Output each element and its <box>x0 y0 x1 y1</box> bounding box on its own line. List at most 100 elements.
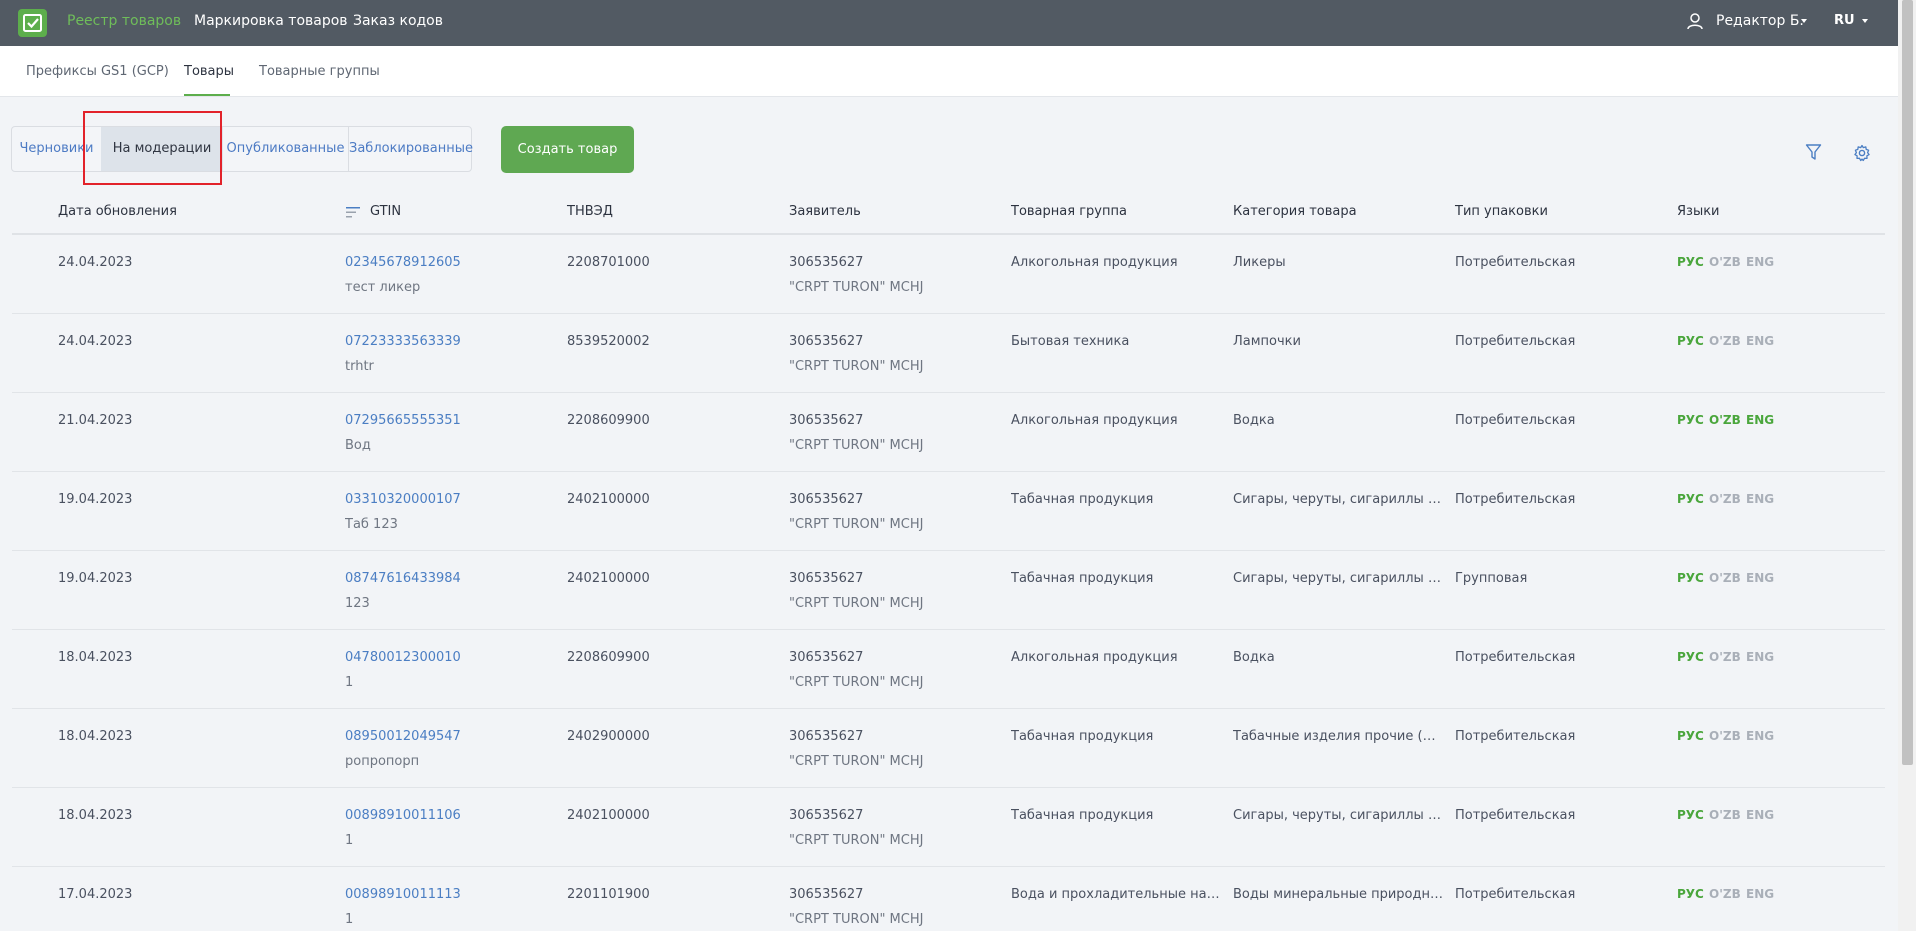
cell-product-name: 1 <box>345 675 354 690</box>
nav-code-order[interactable]: Заказ кодов <box>353 12 443 30</box>
column-gtin[interactable]: GTIN <box>370 204 401 220</box>
cell-gtin-link[interactable]: 04780012300010 <box>345 650 461 666</box>
table-row[interactable]: 17.04.2023 00898910011113 1 2201101900 30653… <box>12 867 1885 931</box>
status-filter: Черновики На модерации Опубликованные За… <box>11 126 473 172</box>
cell-applicant-inn: 306535627 <box>789 571 864 586</box>
column-languages: Языки <box>1677 204 1720 219</box>
cell-gtin-link[interactable]: 07295665555351 <box>345 413 461 429</box>
language-badge: O'ZB <box>1709 808 1741 822</box>
cell-gtin-link[interactable]: 00898910011106 <box>345 808 461 824</box>
cell-date: 24.04.2023 <box>58 334 133 349</box>
language-badge: ENG <box>1746 413 1775 427</box>
cell-date: 19.04.2023 <box>58 571 133 586</box>
cell-tnved: 2402900000 <box>567 729 650 744</box>
language-badge: РУС <box>1677 808 1704 822</box>
highlight-annotation <box>83 111 222 185</box>
cell-tnved: 2201101900 <box>567 887 650 902</box>
language-badge: РУС <box>1677 887 1704 901</box>
cell-applicant-name: "CRPT TURON" MCHJ <box>789 596 924 611</box>
filter-blocked[interactable]: Заблокированные <box>349 127 473 171</box>
cell-product-group: Алкогольная продукция <box>1011 255 1178 270</box>
table-row[interactable]: 24.04.2023 02345678912605 тест ликер 220870… <box>12 235 1885 314</box>
cell-date: 17.04.2023 <box>58 887 133 902</box>
column-product-group[interactable]: Товарная группа <box>1011 204 1127 220</box>
tab-products[interactable]: Товары <box>184 64 234 80</box>
sort-icon[interactable] <box>346 206 362 219</box>
table-row[interactable]: 24.04.2023 07223333563339 trhtr 8539520002 3… <box>12 314 1885 393</box>
section-tabs: Префиксы GS1 (GCP) Товары Товарные групп… <box>0 46 1898 97</box>
language-selector[interactable]: RU <box>1834 12 1868 30</box>
cell-applicant-inn: 306535627 <box>789 413 864 428</box>
cell-product-name: trhtr <box>345 359 374 374</box>
cell-gtin-link[interactable]: 03310320000107 <box>345 492 461 508</box>
column-tnved[interactable]: ТНВЭД <box>567 204 613 220</box>
language-badge: РУС <box>1677 571 1704 585</box>
cell-product-group: Табачная продукция <box>1011 571 1154 586</box>
cell-gtin-link[interactable]: 02345678912605 <box>345 255 461 271</box>
table-row[interactable]: 18.04.2023 08950012049547 ропропорп 2402900… <box>12 709 1885 788</box>
cell-product-group: Алкогольная продукция <box>1011 650 1178 665</box>
cell-package-type: Потребительская <box>1455 334 1576 349</box>
language-badge: O'ZB <box>1709 255 1741 269</box>
cell-date: 24.04.2023 <box>58 255 133 270</box>
language-badge: ENG <box>1746 808 1775 822</box>
column-applicant[interactable]: Заявитель <box>789 204 861 220</box>
filter-published[interactable]: Опубликованные <box>223 127 348 171</box>
nav-product-registry[interactable]: Реестр товаров <box>67 12 181 30</box>
scrollbar-thumb[interactable] <box>1902 0 1913 765</box>
cell-category: Водка <box>1233 413 1275 428</box>
column-category[interactable]: Категория товара <box>1233 204 1357 220</box>
cell-category: Лампочки <box>1233 334 1301 349</box>
filter-icon[interactable] <box>1805 143 1822 165</box>
cell-product-name: 123 <box>345 596 370 611</box>
cell-applicant-name: "CRPT TURON" MCHJ <box>789 833 924 848</box>
language-badge: РУС <box>1677 650 1704 664</box>
cell-applicant-inn: 306535627 <box>789 334 864 349</box>
cell-applicant-name: "CRPT TURON" MCHJ <box>789 675 924 690</box>
cell-category: Сигары, черуты, сигариллы (со... <box>1233 571 1443 586</box>
cell-applicant-inn: 306535627 <box>789 650 864 665</box>
cell-product-group: Бытовая техника <box>1011 334 1130 349</box>
chevron-down-icon <box>1862 19 1868 23</box>
cell-gtin-link[interactable]: 00898910011113 <box>345 887 461 903</box>
table-row[interactable]: 19.04.2023 03310320000107 Таб 123 240210000… <box>12 472 1885 551</box>
cell-category: Воды минеральные природные... <box>1233 887 1443 902</box>
cell-category: Сигары, черуты, сигариллы (со... <box>1233 808 1443 823</box>
cell-tnved: 8539520002 <box>567 334 650 349</box>
cell-applicant-name: "CRPT TURON" MCHJ <box>789 359 924 374</box>
language-badge: ENG <box>1746 492 1775 506</box>
cell-applicant-inn: 306535627 <box>789 255 864 270</box>
user-name: Редактор Б. <box>1716 13 1804 29</box>
table-row[interactable]: 19.04.2023 08747616433984 123 2402100000 306… <box>12 551 1885 630</box>
cell-product-name: тест ликер <box>345 280 421 295</box>
cell-gtin-link[interactable]: 08950012049547 <box>345 729 461 745</box>
table-row[interactable]: 18.04.2023 00898910011106 1 2402100000 30653… <box>12 788 1885 867</box>
cell-product-group: Алкогольная продукция <box>1011 413 1178 428</box>
language-badge: O'ZB <box>1709 492 1741 506</box>
cell-product-group: Вода и прохладительные напит... <box>1011 887 1221 902</box>
cell-category: Сигары, черуты, сигариллы (со... <box>1233 492 1443 507</box>
cell-applicant-name: "CRPT TURON" MCHJ <box>789 754 924 769</box>
cell-applicant-inn: 306535627 <box>789 808 864 823</box>
create-product-button[interactable]: Создать товар <box>501 126 634 173</box>
app-logo-icon[interactable] <box>18 9 47 37</box>
cell-applicant-name: "CRPT TURON" MCHJ <box>789 280 924 295</box>
cell-tnved: 2402100000 <box>567 492 650 507</box>
settings-gear-icon[interactable] <box>1853 144 1871 166</box>
table-header: Дата обновления GTIN ТНВЭД Заявитель Тов… <box>12 197 1885 235</box>
cell-product-name: ропропорп <box>345 754 420 769</box>
tab-gs1-prefixes[interactable]: Префиксы GS1 (GCP) <box>26 64 169 80</box>
table-row[interactable]: 21.04.2023 07295665555351 Вод 2208609900 306… <box>12 393 1885 472</box>
table-row[interactable]: 18.04.2023 04780012300010 1 2208609900 30653… <box>12 630 1885 709</box>
language-code: RU <box>1834 13 1855 28</box>
cell-gtin-link[interactable]: 07223333563339 <box>345 334 461 350</box>
language-badge: ENG <box>1746 650 1775 664</box>
nav-product-marking[interactable]: Маркировка товаров <box>194 12 348 30</box>
top-navigation-bar: Реестр товаров Маркировка товаров Заказ … <box>0 0 1898 46</box>
column-date[interactable]: Дата обновления <box>58 204 177 220</box>
column-package-type[interactable]: Тип упаковки <box>1455 204 1548 220</box>
cell-gtin-link[interactable]: 08747616433984 <box>345 571 461 587</box>
tab-product-groups[interactable]: Товарные группы <box>259 64 380 80</box>
active-tab-indicator <box>184 94 230 96</box>
cell-applicant-name: "CRPT TURON" MCHJ <box>789 912 924 927</box>
